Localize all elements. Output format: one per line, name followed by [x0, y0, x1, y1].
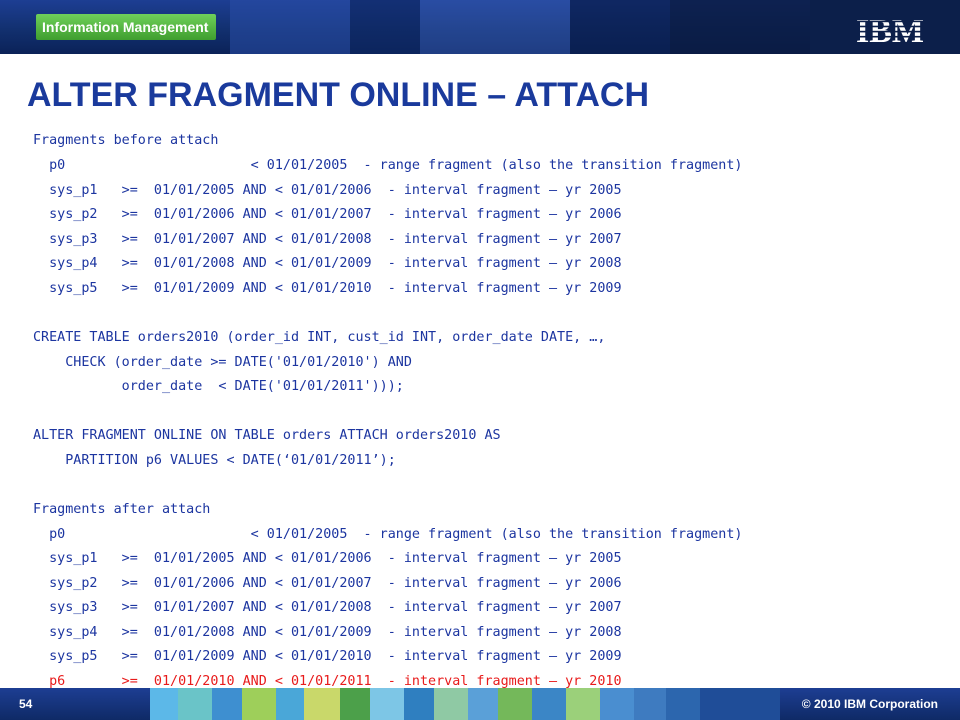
code-line: ALTER FRAGMENT ONLINE ON TABLE orders AT…: [33, 428, 501, 443]
code-line: PARTITION p6 VALUES < DATE(‘01/01/2011’)…: [33, 453, 396, 468]
code-line: sys_p2 >= 01/01/2006 AND < 01/01/2007 - …: [33, 576, 622, 591]
code-line: p0 < 01/01/2005 - range fragment (also t…: [33, 527, 743, 542]
page-number: 54: [19, 697, 33, 711]
ibm-logo: IBM: [856, 13, 924, 44]
code-line: Fragments after attach: [33, 502, 211, 517]
copyright-notice: © 2010 IBM Corporation: [801, 697, 938, 711]
code-line: sys_p3 >= 01/01/2007 AND < 01/01/2008 - …: [33, 600, 622, 615]
code-line: sys_p1 >= 01/01/2005 AND < 01/01/2006 - …: [33, 183, 622, 198]
code-line: sys_p5 >= 01/01/2009 AND < 01/01/2010 - …: [33, 281, 622, 296]
code-line: order_date < DATE('01/01/2011')));: [33, 379, 404, 394]
code-line: p0 < 01/01/2005 - range fragment (also t…: [33, 158, 743, 173]
code-line: sys_p3 >= 01/01/2007 AND < 01/01/2008 - …: [33, 232, 622, 247]
code-line: sys_p5 >= 01/01/2009 AND < 01/01/2010 - …: [33, 649, 622, 664]
code-line: sys_p1 >= 01/01/2005 AND < 01/01/2006 - …: [33, 551, 622, 566]
code-line: CREATE TABLE orders2010 (order_id INT, c…: [33, 330, 606, 345]
code-line: CHECK (order_date >= DATE('01/01/2010') …: [33, 355, 412, 370]
code-line: sys_p4 >= 01/01/2008 AND < 01/01/2009 - …: [33, 625, 622, 640]
code-line: sys_p4 >= 01/01/2008 AND < 01/01/2009 - …: [33, 256, 622, 271]
code-line: sys_p2 >= 01/01/2006 AND < 01/01/2007 - …: [33, 207, 622, 222]
ibm-logo-text: IBM: [856, 13, 924, 44]
slide-title: ALTER FRAGMENT ONLINE – ATTACH: [27, 76, 650, 114]
product-brand-label: Information Management: [36, 14, 216, 40]
code-line: Fragments before attach: [33, 133, 219, 148]
footer-bar: 54 © 2010 IBM Corporation: [0, 688, 960, 720]
header-banner: Information Management IBM: [0, 0, 960, 54]
